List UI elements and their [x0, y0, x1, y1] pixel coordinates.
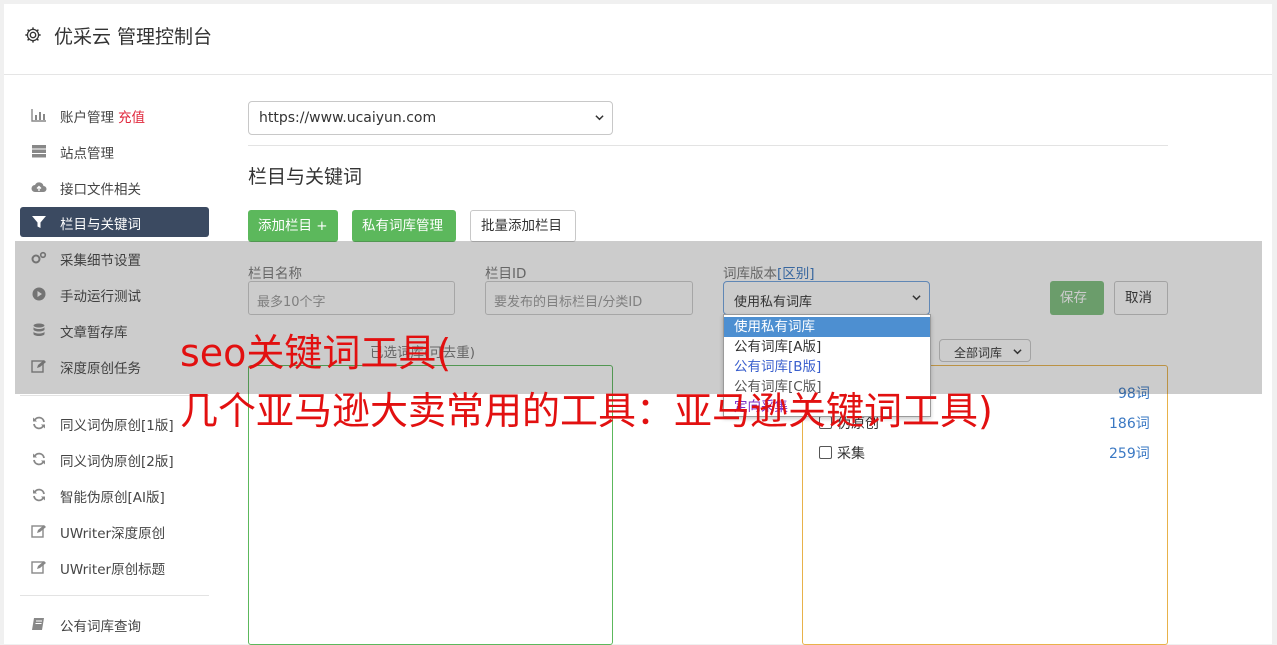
book-icon: [32, 618, 44, 630]
sidebar-item-uwriter-deep[interactable]: UWriter深度原创: [20, 516, 209, 546]
sidebar-item-label: UWriter深度原创: [60, 526, 166, 542]
filter-icon: [32, 216, 46, 228]
server-icon: [32, 145, 46, 158]
sidebar-item-account[interactable]: 账户管理 充值: [20, 100, 209, 130]
cloud-upload-icon: [31, 182, 47, 192]
add-column-button[interactable]: 添加栏目 +: [248, 210, 338, 242]
page-title: 优采云 管理控制台: [54, 26, 213, 48]
sidebar-item-synonym-v2[interactable]: 同义词伪原创[2版]: [20, 444, 209, 474]
sidebar-item-uwriter-title[interactable]: UWriter原创标题: [20, 552, 209, 582]
lib-name: 采集: [837, 446, 865, 462]
site-select-value: https://www.ucaiyun.com: [259, 110, 437, 126]
dropdown-option[interactable]: 使用私有词库: [724, 317, 930, 337]
sidebar-item-label: 智能伪原创[AI版]: [60, 490, 165, 506]
sidebar-item-sites[interactable]: 站点管理: [20, 136, 209, 166]
chevron-down-icon: [595, 115, 604, 121]
sidebar-item-label: 同义词伪原创[1版]: [60, 418, 174, 434]
refresh-icon: [33, 452, 45, 466]
sidebar-item-label: UWriter原创标题: [60, 562, 166, 578]
bar-chart-icon: [31, 109, 46, 122]
lib-word-count: 259词: [1109, 446, 1150, 462]
watermark-line-2: 几个亚马逊大卖常用的工具：亚马逊关键词工具): [180, 389, 993, 433]
edit-icon: [31, 525, 46, 538]
recharge-link[interactable]: 充值: [118, 110, 145, 126]
gear-icon: [25, 27, 41, 43]
sidebar-item-label: 账户管理: [60, 110, 114, 126]
lib-word-count: 186词: [1109, 416, 1150, 432]
sidebar-item-label: 栏目与关键词: [60, 217, 141, 233]
private-lib-button[interactable]: 私有词库管理: [352, 210, 456, 242]
section-title: 栏目与关键词: [248, 166, 363, 188]
sidebar-item-label: 同义词伪原创[2版]: [60, 454, 174, 470]
watermark-line-1: seo关键词工具(: [180, 331, 452, 375]
sidebar-item-public-lib-query[interactable]: 公有词库查询: [20, 609, 209, 639]
lib-checkbox[interactable]: 采集: [819, 443, 865, 463]
sidebar-item-label: 接口文件相关: [60, 182, 141, 198]
section-divider: [248, 145, 1168, 146]
sidebar-item-label: 公有词库查询: [60, 619, 141, 635]
refresh-icon: [33, 488, 45, 502]
batch-add-column-button[interactable]: 批量添加栏目: [470, 210, 576, 242]
site-select[interactable]: https://www.ucaiyun.com: [248, 101, 613, 135]
sidebar-item-label: 站点管理: [60, 146, 114, 162]
dropdown-option[interactable]: 公有词库[A版]: [724, 337, 930, 357]
header: 优采云 管理控制台: [4, 4, 1272, 75]
edit-icon: [31, 561, 46, 574]
dropdown-option[interactable]: 公有词库[B版]: [724, 357, 930, 377]
sidebar-item-interface-files[interactable]: 接口文件相关: [20, 172, 209, 202]
refresh-icon: [33, 416, 45, 430]
sidebar-item-columns-keywords[interactable]: 栏目与关键词: [20, 207, 209, 237]
sidebar-item-ai-rewrite[interactable]: 智能伪原创[AI版]: [20, 480, 209, 510]
sidebar-divider: [20, 595, 209, 596]
